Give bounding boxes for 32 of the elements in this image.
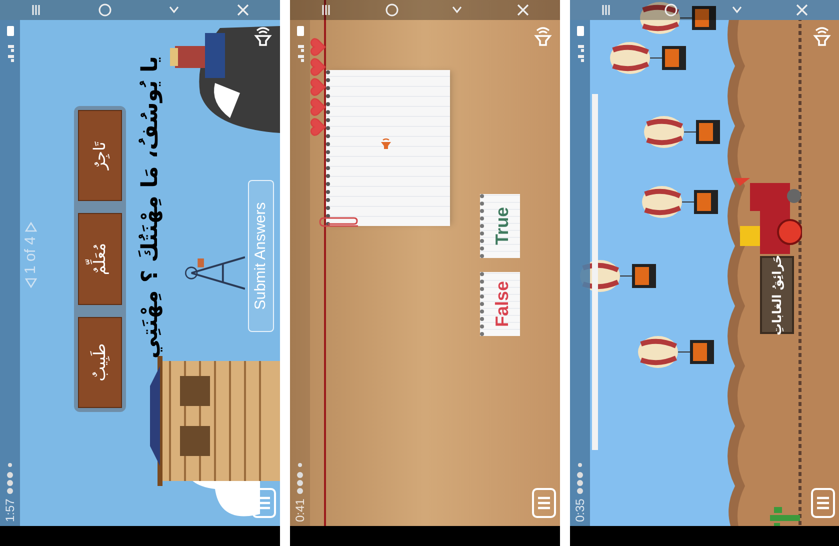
- home-icon[interactable]: [384, 3, 399, 17]
- chevron-icon[interactable]: [451, 6, 464, 14]
- clock-time: 1:57: [2, 498, 18, 522]
- close-icon[interactable]: [516, 3, 530, 17]
- home-icon[interactable]: [664, 3, 678, 17]
- recent-apps-icon[interactable]: [320, 4, 332, 16]
- page-counter: 1 of 4: [21, 236, 40, 274]
- clock-time: 0:35: [572, 498, 588, 522]
- answer-button[interactable]: تَاجِرٌ: [78, 110, 122, 202]
- menu-icon[interactable]: [252, 488, 276, 518]
- answer-card[interactable]: True: [480, 194, 520, 258]
- menu-icon[interactable]: [532, 488, 556, 518]
- train-sign: حَرائِقُ الغاباتِ: [760, 256, 794, 334]
- paperclip-icon: [318, 216, 360, 230]
- menu-icon[interactable]: [811, 488, 835, 518]
- signal-battery-icon: [575, 24, 585, 64]
- close-icon[interactable]: [794, 3, 809, 17]
- question-text: يا يُوسُفُ، مَا مِهْنَتُكَ ؟ مِهْنَتِي: [137, 56, 164, 356]
- answer-button[interactable]: مُعَلِّمٌ: [78, 213, 122, 305]
- signal-battery-icon: [295, 24, 305, 64]
- close-icon[interactable]: [236, 3, 250, 17]
- chevron-icon[interactable]: [730, 6, 743, 14]
- speaker-icon[interactable]: [252, 26, 274, 48]
- chevron-icon[interactable]: [168, 6, 180, 14]
- notification-icons: [6, 460, 14, 495]
- notification-icons: [296, 460, 304, 495]
- notification-icons: [576, 460, 584, 495]
- answer-card[interactable]: False: [480, 272, 520, 336]
- answer-button[interactable]: طَبِيبٌ: [78, 316, 122, 408]
- signal-battery-icon: [5, 24, 15, 64]
- clock-time: 0:41: [292, 498, 308, 522]
- home-icon[interactable]: [98, 3, 112, 17]
